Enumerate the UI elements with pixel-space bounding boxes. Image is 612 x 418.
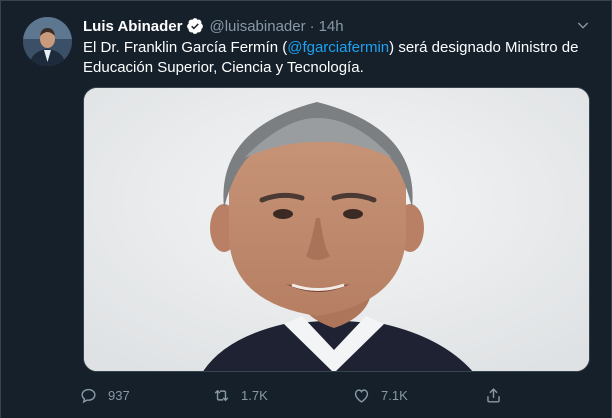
share-icon	[487, 387, 500, 403]
portrait-image	[84, 88, 589, 371]
like-count: 7.1K	[381, 387, 408, 403]
retweet-button[interactable]: 1.7K	[212, 382, 268, 408]
tweet-text: El Dr. Franklin García Fermín (@fgarciaf…	[83, 38, 598, 78]
author-handle[interactable]: @luisabinader	[209, 18, 305, 35]
author-name[interactable]: Luis Abinader	[83, 18, 182, 35]
tweet-text-part: El Dr. Franklin García Fermín (	[83, 39, 288, 56]
verified-badge-icon	[186, 17, 204, 35]
tweet-photo[interactable]	[83, 87, 590, 372]
tweet-card[interactable]: Luis Abinader @luisabinader · 14h El Dr.…	[0, 0, 612, 418]
chevron-down-icon[interactable]	[573, 15, 593, 35]
tweet-actions: 937 1.7K 7.1K	[79, 382, 519, 408]
share-button[interactable]	[484, 382, 503, 408]
reply-count: 937	[108, 387, 130, 403]
like-button[interactable]: 7.1K	[352, 382, 408, 408]
avatar[interactable]	[23, 17, 72, 66]
reply-button[interactable]: 937	[79, 382, 130, 408]
heart-icon	[354, 388, 369, 403]
mention-link[interactable]: @fgarciafermin	[287, 39, 389, 56]
separator-dot: ·	[309, 17, 315, 35]
reply-icon	[81, 388, 96, 403]
timestamp[interactable]: 14h	[319, 18, 344, 35]
tweet-header: Luis Abinader @luisabinader · 14h	[83, 15, 344, 37]
retweet-icon	[214, 389, 229, 401]
avatar-image	[23, 17, 72, 66]
retweet-count: 1.7K	[241, 387, 268, 403]
